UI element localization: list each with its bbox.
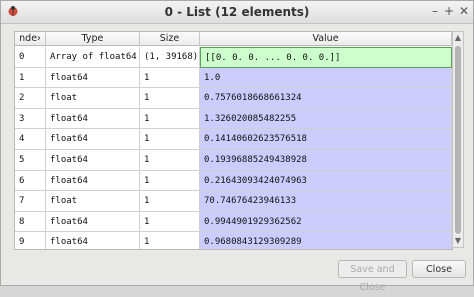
- cell-type[interactable]: float: [46, 88, 140, 109]
- list-table: nde› Type Size Value 0 Array of float64 (1…: [14, 31, 453, 250]
- cell-value[interactable]: 1.326020085482255: [200, 108, 452, 130]
- cell-type[interactable]: float64: [46, 129, 140, 150]
- cell-size[interactable]: 1: [140, 150, 200, 171]
- cell-size[interactable]: 1: [140, 129, 200, 150]
- cell-type[interactable]: float64: [46, 150, 140, 171]
- cell-type[interactable]: float: [46, 191, 140, 212]
- cell-index[interactable]: 2: [15, 88, 46, 109]
- table-row[interactable]: 2 float 1 0.7576018668661324: [15, 88, 452, 109]
- cell-index[interactable]: 3: [15, 108, 46, 130]
- cell-value[interactable]: 0.9944901929362562: [200, 211, 452, 233]
- cell-index[interactable]: 0: [15, 47, 46, 68]
- table-row[interactable]: 8 float64 1 0.9944901929362562: [15, 211, 452, 233]
- column-header-size[interactable]: Size: [140, 32, 200, 46]
- vertical-scrollbar[interactable]: ▲ ▼: [452, 31, 464, 248]
- cell-index[interactable]: 4: [15, 129, 46, 150]
- window-title: 0 - List (12 elements): [164, 5, 310, 19]
- table-row[interactable]: 3 float64 1 1.326020085482255: [15, 108, 452, 130]
- table-row[interactable]: 7 float 1 70.74676423946133: [15, 191, 452, 212]
- cell-type[interactable]: float64: [46, 211, 140, 233]
- table-row[interactable]: 0 Array of float64 (1, 39168) [[0. 0. 0. ..…: [15, 47, 452, 68]
- scroll-down-icon[interactable]: ▼: [453, 236, 463, 246]
- close-icon[interactable]: ✕: [457, 4, 471, 19]
- cell-size[interactable]: 1: [140, 67, 200, 89]
- minimize-icon[interactable]: –: [428, 4, 442, 19]
- maximize-icon[interactable]: +: [442, 4, 456, 19]
- cell-size[interactable]: 1: [140, 88, 200, 109]
- cell-size[interactable]: 1: [140, 170, 200, 192]
- cell-value[interactable]: 70.74676423946133: [200, 191, 452, 212]
- list-editor-window: 0 - List (12 elements) – + ✕ nde› Type S…: [0, 0, 474, 293]
- cell-type[interactable]: float64: [46, 67, 140, 89]
- cell-type[interactable]: float64: [46, 170, 140, 192]
- table-row[interactable]: 9 float64 1 0.9680843129309289: [15, 232, 452, 249]
- cell-type[interactable]: Array of float64: [46, 47, 140, 68]
- cell-type[interactable]: float64: [46, 108, 140, 130]
- close-button[interactable]: Close: [412, 260, 466, 278]
- cell-index[interactable]: 6: [15, 170, 46, 192]
- cell-size[interactable]: (1, 39168): [140, 47, 200, 68]
- cell-value[interactable]: 0.21643093424074963: [200, 170, 452, 192]
- cell-size[interactable]: 1: [140, 191, 200, 212]
- table-row[interactable]: 5 float64 1 0.19396885249438928: [15, 150, 452, 171]
- cell-size[interactable]: 1: [140, 211, 200, 233]
- cell-index[interactable]: 5: [15, 150, 46, 171]
- table-row[interactable]: 4 float64 1 0.14140602623576518: [15, 129, 452, 150]
- title-bar: 0 - List (12 elements) – + ✕: [1, 1, 473, 24]
- cell-index[interactable]: 9: [15, 232, 46, 249]
- save-and-close-button[interactable]: Save and Close: [338, 260, 407, 293]
- cell-index[interactable]: 7: [15, 191, 46, 212]
- column-header-value[interactable]: Value: [200, 32, 452, 46]
- table-row[interactable]: 1 float64 1 1.0: [15, 67, 452, 89]
- cell-value[interactable]: 1.0: [200, 67, 452, 89]
- cell-index[interactable]: 1: [15, 67, 46, 89]
- column-header-type[interactable]: Type: [46, 32, 140, 46]
- cell-value[interactable]: 0.14140602623576518: [200, 129, 452, 150]
- cell-value[interactable]: 0.7576018668661324: [200, 88, 452, 109]
- cell-size[interactable]: 1: [140, 232, 200, 249]
- cell-value[interactable]: [[0. 0. 0. ... 0. 0. 0.]]: [200, 47, 452, 68]
- scroll-up-icon[interactable]: ▲: [453, 33, 463, 43]
- cell-value[interactable]: 0.19396885249438928: [200, 150, 452, 171]
- cell-type[interactable]: float64: [46, 232, 140, 249]
- scrollbar-thumb[interactable]: [455, 46, 461, 234]
- column-header-index[interactable]: nde›: [15, 32, 46, 46]
- table-row[interactable]: 6 float64 1 0.21643093424074963: [15, 170, 452, 192]
- cell-index[interactable]: 8: [15, 211, 46, 233]
- cell-value[interactable]: 0.9680843129309289: [200, 232, 452, 249]
- cell-size[interactable]: 1: [140, 108, 200, 130]
